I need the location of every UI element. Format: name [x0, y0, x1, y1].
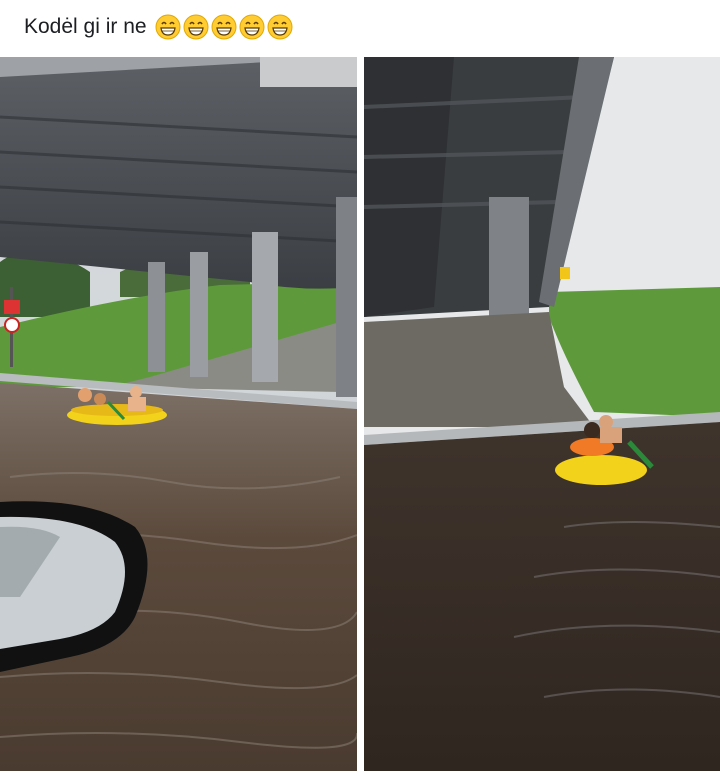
post-header: Kodėl gi ir ne — [0, 0, 720, 54]
caption-text: Kodėl gi ir ne — [24, 15, 147, 38]
post-caption: Kodėl gi ir ne — [24, 14, 293, 40]
flooded-underpass-photo-left[interactable] — [0, 57, 357, 771]
grin-emoji-icon — [211, 14, 237, 40]
emoji-row — [155, 14, 293, 40]
grin-emoji-icon — [183, 14, 209, 40]
grin-emoji-icon — [267, 14, 293, 40]
grin-emoji-icon — [239, 14, 265, 40]
flooded-underpass-photo-right[interactable] — [364, 57, 720, 771]
grin-emoji-icon — [155, 14, 181, 40]
